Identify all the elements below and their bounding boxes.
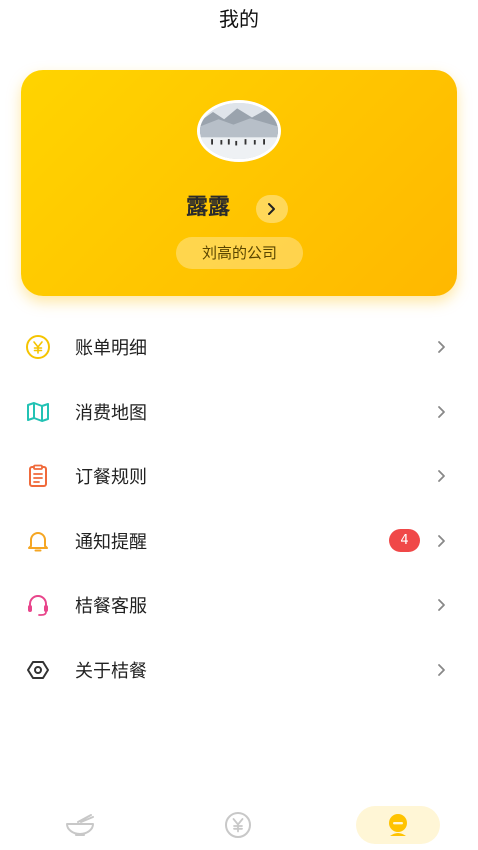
settings-menu: 账单明细 消费地图 订餐规则 通知提醒 4 桔餐客服 关于桔餐 (0, 315, 478, 702)
profile-card[interactable]: 露露 刘高的公司 (21, 70, 457, 296)
bell-icon (25, 528, 51, 554)
avatar-photo (200, 103, 278, 159)
tab-profile[interactable] (356, 806, 440, 844)
tab-meals[interactable] (58, 806, 102, 844)
menu-item-bill-details[interactable]: 账单明细 (0, 315, 478, 380)
tab-bills[interactable] (218, 806, 258, 844)
menu-item-label: 通知提醒 (75, 531, 147, 553)
menu-item-customer-service[interactable]: 桔餐客服 (0, 573, 478, 638)
menu-item-label: 消费地图 (75, 402, 147, 424)
yen-circle-icon (25, 334, 51, 360)
hexagon-icon (25, 657, 51, 683)
profile-detail-button[interactable] (256, 195, 288, 223)
menu-item-ordering-rules[interactable]: 订餐规则 (0, 444, 478, 509)
chevron-right-icon (268, 203, 275, 215)
yen-circle-icon (225, 812, 251, 838)
page-title: 我的 (219, 7, 259, 31)
bottom-tab-bar (0, 796, 478, 850)
map-icon (25, 399, 51, 425)
profile-icon (389, 814, 407, 836)
username: 露露 (186, 195, 231, 220)
company-badge: 刘高的公司 (176, 237, 303, 269)
menu-item-label: 桔餐客服 (75, 596, 147, 618)
chevron-right-icon (436, 662, 448, 678)
notification-count-badge: 4 (389, 529, 420, 553)
chevron-right-icon (436, 404, 448, 420)
clipboard-icon (25, 463, 51, 489)
menu-item-consumption-map[interactable]: 消费地图 (0, 380, 478, 445)
menu-item-about[interactable]: 关于桔餐 (0, 638, 478, 703)
menu-item-label: 订餐规则 (75, 467, 147, 489)
profile-page: 我的 露露 刘高的公司 账单明细 消费地图 订餐规则 通知提醒 4 桔餐客服 关… (0, 0, 478, 850)
chevron-right-icon (436, 339, 448, 355)
headset-icon (25, 592, 51, 618)
chevron-right-icon (436, 597, 448, 613)
chevron-right-icon (436, 468, 448, 484)
chevron-right-icon (436, 533, 448, 549)
menu-item-label: 账单明细 (75, 338, 147, 360)
menu-item-label: 关于桔餐 (75, 660, 147, 682)
bowl-icon (66, 814, 94, 836)
avatar[interactable] (197, 100, 281, 162)
menu-item-notifications[interactable]: 通知提醒 4 (0, 509, 478, 574)
